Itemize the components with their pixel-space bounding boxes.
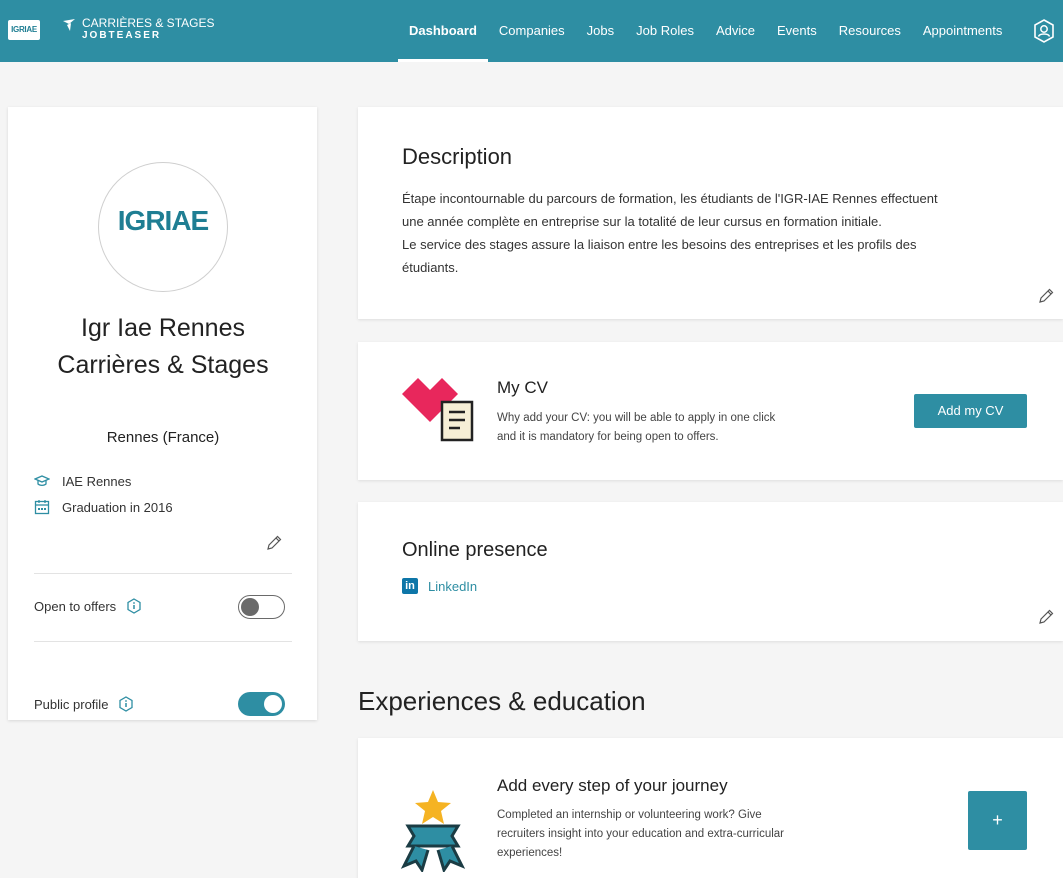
nav-job-roles[interactable]: Job Roles bbox=[625, 0, 705, 62]
edit-online-presence-pencil-icon[interactable] bbox=[1038, 609, 1054, 625]
nav-dashboard[interactable]: Dashboard bbox=[398, 0, 488, 62]
brand-title: CARRIÈRES & STAGES bbox=[82, 16, 215, 30]
brand-subtitle: JOBTEASER bbox=[82, 30, 162, 41]
info-icon[interactable] bbox=[126, 598, 142, 614]
profile-name: Igr Iae Rennes Carrières & Stages bbox=[57, 314, 269, 379]
cv-description-line: and it is mandatory for being open to of… bbox=[497, 431, 719, 443]
description-line: Étape incontournable du parcours de form… bbox=[402, 191, 938, 206]
school-name: IAE Rennes bbox=[62, 473, 132, 489]
divider bbox=[34, 641, 292, 642]
journey-description-line: recruiters insight into your education a… bbox=[497, 828, 784, 840]
cv-description-line: Why add your CV: you will be able to app… bbox=[497, 412, 776, 424]
journey-description-line: experiences! bbox=[497, 847, 563, 859]
edit-profile-pencil-icon[interactable] bbox=[266, 535, 282, 551]
graduation-cap-icon bbox=[34, 475, 50, 486]
nav-jobs[interactable]: Jobs bbox=[576, 0, 625, 62]
open-to-offers-toggle[interactable] bbox=[238, 595, 285, 619]
nav-resources[interactable]: Resources bbox=[828, 0, 912, 62]
jobteaser-logo-icon bbox=[63, 19, 75, 31]
online-presence-card: Online presence in LinkedIn bbox=[358, 502, 1063, 641]
school-logo-text: IGRIAE bbox=[11, 25, 37, 34]
journey-card: Add every step of your journey Completed… bbox=[358, 738, 1063, 878]
edit-description-pencil-icon[interactable] bbox=[1038, 288, 1054, 304]
graduation-row: Graduation in 2016 bbox=[34, 499, 173, 515]
description-title: Description bbox=[402, 144, 513, 169]
cv-title: My CV bbox=[497, 378, 548, 397]
star-ribbon-badge-icon bbox=[400, 790, 466, 872]
description-line: Le service des stages assure la liaison … bbox=[402, 237, 917, 252]
journey-title: Add every step of your journey bbox=[497, 776, 728, 795]
top-navbar: IGRIAE CARRIÈRES & STAGES JOBTEASER Dash… bbox=[0, 0, 1063, 62]
info-icon[interactable] bbox=[118, 696, 134, 712]
main-nav: Dashboard Companies Jobs Job Roles Advic… bbox=[398, 0, 1013, 62]
public-profile-label: Public profile bbox=[34, 696, 134, 712]
nav-appointments[interactable]: Appointments bbox=[912, 0, 1014, 62]
nav-companies[interactable]: Companies bbox=[488, 0, 576, 62]
public-profile-toggle[interactable] bbox=[238, 692, 285, 716]
user-account-icon[interactable] bbox=[1031, 18, 1057, 44]
profile-location: Rennes (France) bbox=[106, 429, 220, 446]
add-cv-button[interactable]: Add my CV bbox=[914, 394, 1027, 428]
journey-description-line: Completed an internship or volunteering … bbox=[497, 809, 762, 821]
description-line: étudiants. bbox=[402, 260, 459, 275]
description-card: Description Étape incontournable du parc… bbox=[358, 107, 1063, 319]
add-experience-button[interactable]: + bbox=[968, 791, 1027, 850]
description-line: une année complète en entreprise sur la … bbox=[402, 214, 882, 229]
description-body: Étape incontournable du parcours de form… bbox=[402, 187, 1042, 279]
online-presence-title: Online presence bbox=[402, 539, 548, 561]
school-logo[interactable]: IGRIAE bbox=[8, 20, 40, 40]
divider bbox=[34, 573, 292, 574]
linkedin-link[interactable]: in LinkedIn bbox=[402, 578, 477, 594]
cv-card: My CV Why add your CV: you will be able … bbox=[358, 342, 1063, 480]
cv-description: Why add your CV: you will be able to app… bbox=[497, 409, 857, 447]
graduation-year: Graduation in 2016 bbox=[62, 499, 173, 515]
linkedin-label: LinkedIn bbox=[428, 578, 478, 594]
linkedin-icon: in bbox=[402, 578, 418, 594]
experiences-heading: Experiences & education bbox=[358, 686, 646, 716]
avatar-logo-text: IGRIAE bbox=[117, 205, 209, 236]
calendar-icon bbox=[34, 500, 50, 515]
journey-description: Completed an internship or volunteering … bbox=[497, 806, 857, 863]
cv-heart-document-icon bbox=[402, 378, 474, 442]
toggle-knob bbox=[241, 598, 259, 616]
profile-avatar: IGRIAE bbox=[98, 162, 228, 292]
open-to-offers-text: Open to offers bbox=[34, 598, 117, 614]
open-to-offers-label: Open to offers bbox=[34, 598, 142, 614]
school-row: IAE Rennes bbox=[34, 473, 131, 489]
toggle-knob bbox=[264, 695, 282, 713]
public-profile-text: Public profile bbox=[34, 696, 109, 712]
nav-advice[interactable]: Advice bbox=[705, 0, 766, 62]
nav-events[interactable]: Events bbox=[766, 0, 828, 62]
profile-card: IGRIAE Igr Iae Rennes Carrières & Stages… bbox=[8, 107, 317, 720]
